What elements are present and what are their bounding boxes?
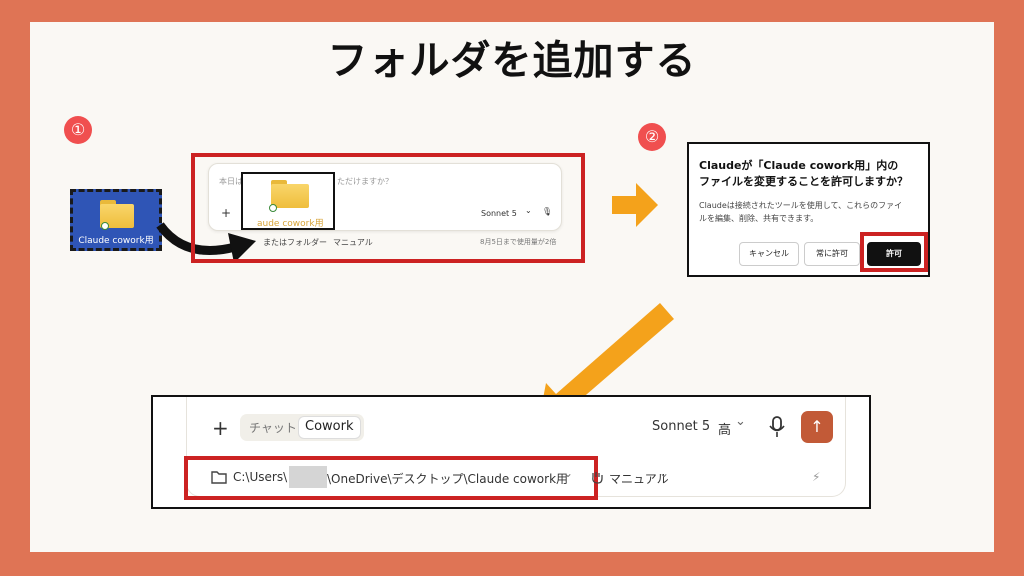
add-button[interactable]: + bbox=[212, 416, 229, 440]
dialog-body: Claudeは接続されたツールを使用して、これらのファイ ルを編集、削除、共有で… bbox=[699, 199, 924, 225]
desktop-folder-icon[interactable]: Claude cowork用 bbox=[70, 189, 162, 251]
folder-icon bbox=[271, 180, 309, 208]
tab-chat[interactable]: チャット bbox=[249, 419, 297, 436]
folder-path-suffix[interactable]: \OneDrive\デスクトップ\Claude cowork用 bbox=[327, 470, 568, 487]
dialog-title-line-1: Claudeが「Claude cowork用」内の bbox=[699, 159, 899, 172]
mic-icon[interactable]: 🎙 bbox=[542, 207, 552, 216]
step-one-badge: ① bbox=[64, 116, 92, 144]
allow-button[interactable]: 許可 bbox=[867, 242, 921, 266]
folder-option[interactable]: またはフォルダー bbox=[263, 237, 327, 248]
manual-option[interactable]: マニュアル bbox=[333, 237, 373, 248]
folder-path-prefix[interactable]: C:\Users\ bbox=[233, 470, 287, 484]
sync-check-icon bbox=[101, 222, 109, 230]
dialog-body-line-1: Claudeは接続されたツールを使用して、これらのファイ bbox=[699, 201, 903, 210]
dragged-folder-preview: aude cowork用 bbox=[241, 172, 335, 230]
redacted-username bbox=[289, 466, 327, 488]
add-button[interactable]: + bbox=[221, 206, 231, 220]
sync-check-icon bbox=[269, 204, 277, 212]
folder-outline-icon bbox=[211, 471, 227, 484]
model-selector[interactable]: Sonnet 5 bbox=[652, 419, 710, 434]
page-title: フォルダを追加する bbox=[327, 38, 697, 84]
tab-cowork[interactable]: Cowork bbox=[305, 419, 354, 434]
dragged-folder-label: aude cowork用 bbox=[257, 219, 324, 229]
chevron-down-icon: ⌄ bbox=[659, 466, 670, 480]
mic-icon[interactable] bbox=[769, 416, 785, 438]
chat-placeholder-end: ただけますか？ bbox=[337, 177, 393, 186]
model-selector[interactable]: Sonnet 5 bbox=[481, 209, 517, 218]
cancel-button[interactable]: キャンセル bbox=[739, 242, 799, 266]
bolt-icon[interactable]: ⚡ bbox=[812, 470, 820, 484]
usage-note: 8月5日まで使用量が2倍 bbox=[480, 238, 557, 246]
effort-label[interactable]: 高 bbox=[718, 419, 731, 438]
always-allow-button[interactable]: 常に許可 bbox=[804, 242, 860, 266]
desktop-folder-label: Claude cowork用 bbox=[78, 236, 154, 246]
dialog-body-line-2: ルを編集、削除、共有できます。 bbox=[699, 214, 819, 223]
send-button[interactable]: ↑ bbox=[801, 411, 833, 443]
dialog-title: Claudeが「Claude cowork用」内の ファイルを変更することを許可… bbox=[699, 158, 924, 190]
chevron-down-icon: ⌄ bbox=[525, 206, 532, 215]
chevron-down-icon: ⌄ bbox=[735, 414, 746, 429]
orange-right-arrow-icon bbox=[612, 183, 658, 227]
hand-icon bbox=[592, 472, 603, 484]
chevron-down-icon: ⌄ bbox=[563, 466, 574, 480]
dialog-title-line-2: ファイルを変更することを許可しますか？ bbox=[699, 175, 908, 188]
chat-placeholder-start: 本日は bbox=[219, 177, 243, 186]
step-two-badge: ② bbox=[638, 123, 666, 151]
